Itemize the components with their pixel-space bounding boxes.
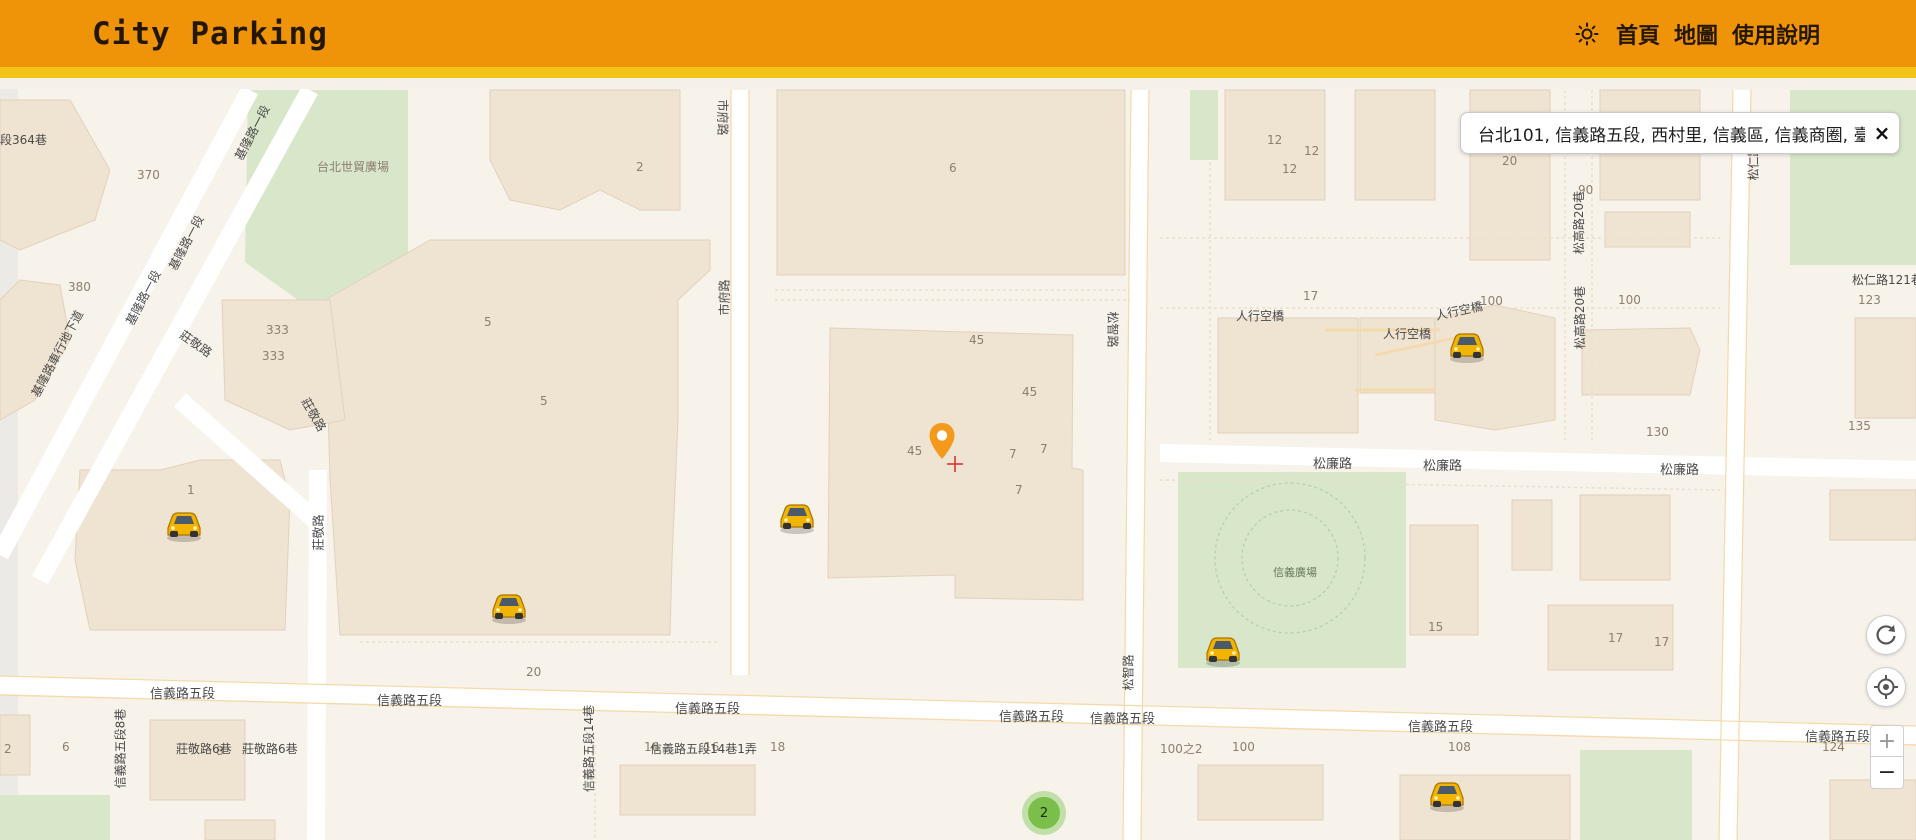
cluster-count: 2	[1028, 797, 1060, 829]
map-label: 5	[484, 315, 492, 329]
plaza-label: 信義廣場	[1273, 566, 1317, 579]
map-label: 130	[1646, 425, 1669, 439]
map-label: 7	[1015, 483, 1023, 497]
nav-home-link[interactable]: 首頁	[1616, 18, 1660, 50]
car-icon[interactable]	[1425, 774, 1469, 814]
road-label: 信義路五段	[999, 710, 1065, 725]
map-label: 45	[969, 333, 985, 347]
brand-title[interactable]: City Parking	[92, 16, 328, 52]
locate-icon	[1874, 675, 1898, 699]
car-icon[interactable]	[775, 496, 819, 536]
map-label: 380	[68, 280, 91, 294]
map-label: 7	[1040, 442, 1048, 456]
map-label: 1	[187, 483, 195, 497]
app-root: City Parking 首頁 地圖 使用說明 台北世貿廣場 6 2 370 3…	[0, 0, 1916, 840]
zoom-out-button[interactable]: −	[1870, 757, 1904, 789]
car-icon[interactable]	[162, 504, 206, 544]
map-label: 15	[1428, 620, 1444, 634]
zoom-in-button[interactable]: +	[1870, 725, 1904, 757]
road-label: 市府路	[717, 279, 732, 316]
map-label: 5	[540, 394, 548, 408]
road-label: 松高路20巷	[1573, 285, 1588, 350]
map-label: 108	[1448, 740, 1471, 754]
map-label: 17	[1303, 289, 1319, 303]
road-label: 信義路五段	[150, 687, 216, 702]
road-label: 松廉路	[1313, 457, 1353, 472]
road-label: 信義路五段	[1805, 730, 1871, 745]
map-label: 123	[1858, 293, 1881, 307]
road-label: 人行空橋	[1236, 309, 1285, 323]
search-result-text[interactable]: 台北101, 信義路五段, 西村里, 信義區, 信義商圈, 臺北市	[1461, 121, 1865, 146]
road-label: 莊敬路6巷	[176, 742, 232, 756]
road-label: 莊敬路	[311, 514, 326, 551]
map-label: 12	[1304, 144, 1320, 158]
app-header: City Parking 首頁 地圖 使用說明	[0, 0, 1916, 78]
nav-map-link[interactable]: 地圖	[1674, 18, 1718, 50]
map-label: 12	[1267, 133, 1283, 147]
road-label: 信義路五段14巷1弄	[650, 742, 757, 756]
road-label: 信義路五段14巷	[582, 704, 597, 793]
map-label: 20	[526, 665, 542, 679]
crosshair-icon	[947, 456, 963, 472]
road-label: 松智路	[1105, 311, 1120, 348]
map-label: 333	[266, 323, 289, 337]
road-label: 信義路五段8巷	[113, 708, 128, 789]
car-icon[interactable]	[1201, 629, 1245, 669]
main-nav: 首頁 地圖 使用說明	[1572, 18, 1820, 50]
road-label: 信義路五段	[675, 702, 741, 717]
road-label: 信義路五段	[377, 694, 443, 709]
map-label: 17	[1654, 635, 1670, 649]
map-label: 45	[907, 444, 923, 458]
map-label: 17	[1608, 631, 1624, 645]
map-label: 2	[4, 742, 12, 756]
map-label: 6	[949, 161, 957, 175]
car-icon[interactable]	[1445, 325, 1489, 365]
road-label: 松仁路121巷	[1852, 273, 1916, 287]
map-label: 7	[1009, 447, 1017, 461]
map-label: 2	[636, 160, 644, 174]
road-label: 松廉路	[1660, 463, 1700, 478]
road-label: 松廉路	[1423, 459, 1463, 474]
marker-cluster[interactable]: 2	[1022, 791, 1066, 835]
road-label: 市府路	[715, 99, 730, 136]
map-label: 333	[262, 349, 285, 363]
refresh-button[interactable]	[1866, 615, 1906, 655]
road-label: 松智路	[1121, 654, 1136, 691]
road-label: 松高路20巷	[1572, 190, 1587, 255]
map-label: 6	[62, 740, 70, 754]
map-label: 45	[1022, 385, 1038, 399]
road-label: 莊敬路6巷	[242, 742, 298, 756]
close-icon[interactable]: ×	[1865, 113, 1899, 153]
refresh-icon	[1876, 625, 1896, 645]
road-label: 信義路五段	[1408, 720, 1474, 735]
locate-button[interactable]	[1866, 667, 1906, 707]
map-label: 20	[1502, 154, 1518, 168]
car-icon[interactable]	[487, 586, 531, 626]
nav-help-link[interactable]: 使用說明	[1732, 18, 1820, 50]
map-label: 100	[1232, 740, 1255, 754]
road-label: 段364巷	[0, 133, 47, 147]
search-result-pill[interactable]: 台北101, 信義路五段, 西村里, 信義區, 信義商圈, 臺北市 ×	[1460, 112, 1900, 154]
road-label: 信義路五段	[1090, 712, 1156, 727]
map-label: 370	[137, 168, 160, 182]
map-canvas[interactable]: 台北世貿廣場 6 2 370 380 333 333 5 5 1 45 45 4…	[0, 89, 1916, 840]
sun-icon[interactable]	[1572, 19, 1602, 49]
map-label: 100	[1480, 294, 1503, 308]
road-label: 人行空橋	[1383, 327, 1432, 341]
map-label: 100之2	[1160, 742, 1203, 756]
map-label: 100	[1618, 293, 1641, 307]
map-label: 台北世貿廣場	[317, 160, 390, 174]
map-label: 12	[1282, 162, 1298, 176]
map-label: 18	[770, 740, 786, 754]
map-label: 135	[1848, 419, 1871, 433]
